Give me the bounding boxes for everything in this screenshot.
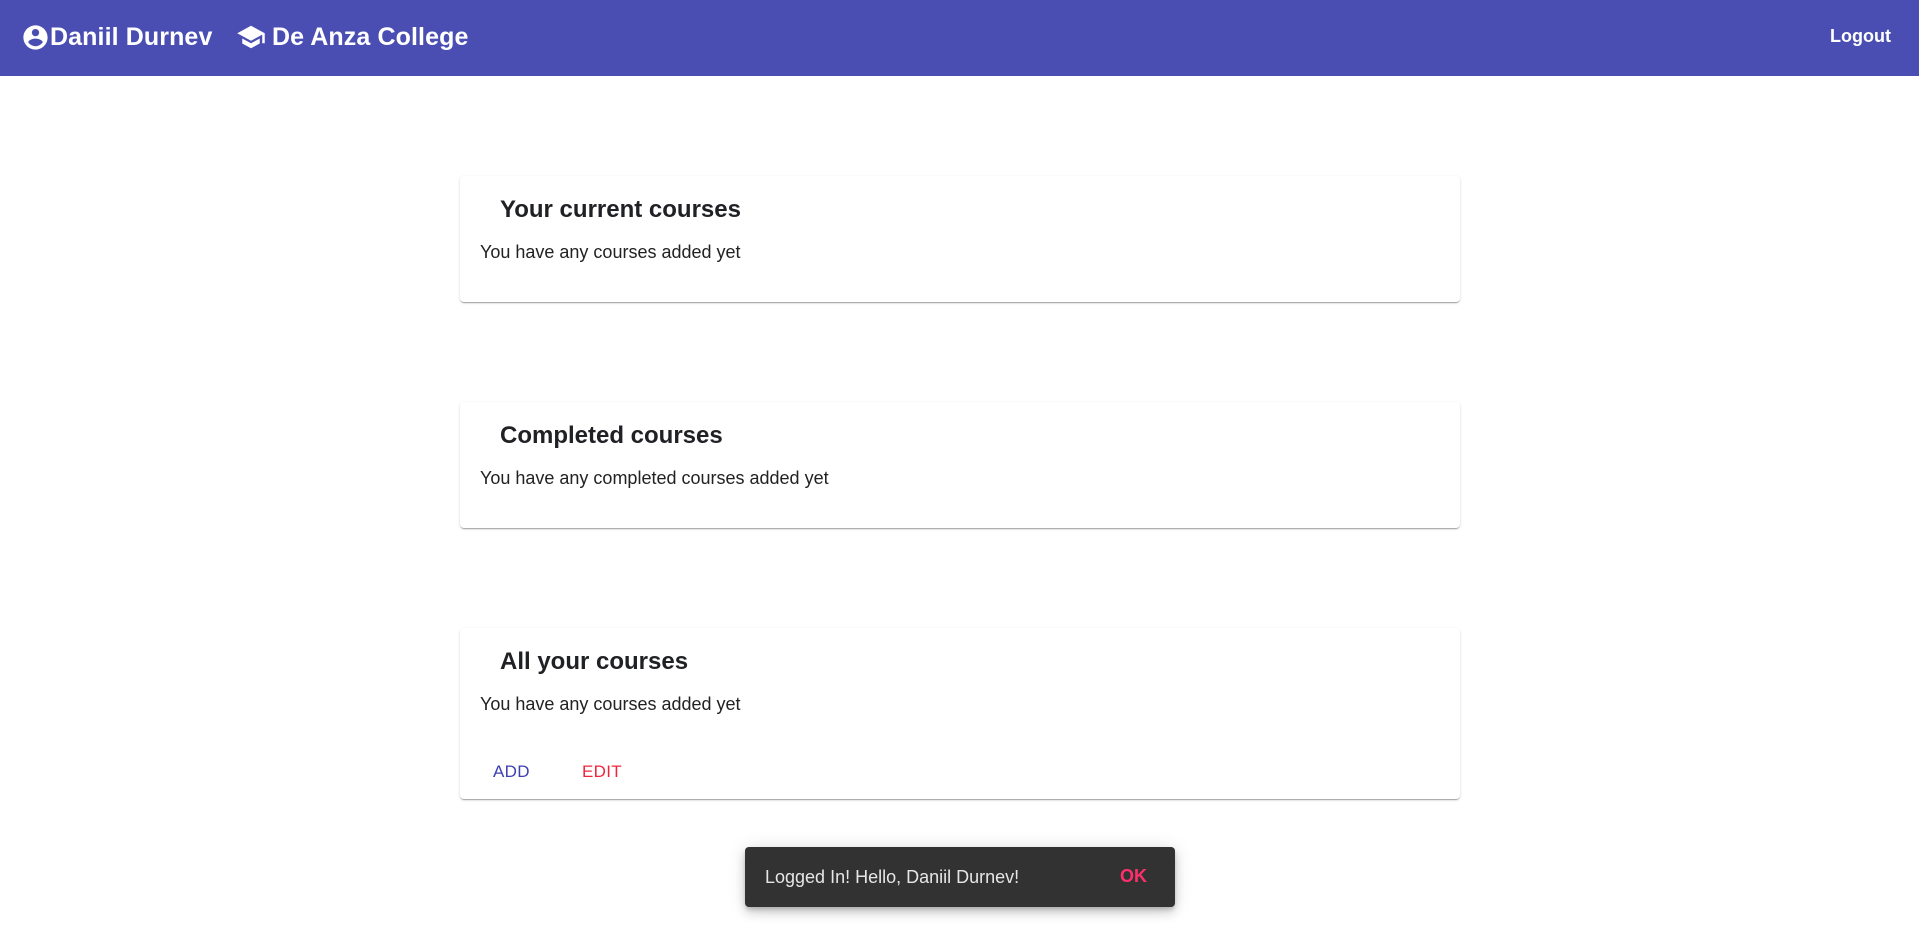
all-courses-message: You have any courses added yet xyxy=(480,694,741,714)
logout-button[interactable]: Logout xyxy=(1824,24,1897,49)
college-name: De Anza College xyxy=(272,22,469,51)
snackbar-message: Logged In! Hello, Daniil Durnev! xyxy=(765,867,1020,887)
snackbar-ok-button[interactable]: OK xyxy=(1114,865,1153,888)
current-courses-message: You have any courses added yet xyxy=(480,242,741,262)
current-courses-title: Your current courses xyxy=(500,196,741,223)
user-profile[interactable]: Daniil Durnev xyxy=(21,20,212,54)
college-info[interactable]: De Anza College xyxy=(236,20,468,54)
app-bar: Daniil Durnev De Anza College Logout xyxy=(0,0,1919,76)
all-courses-title: All your courses xyxy=(500,648,689,675)
completed-courses-message: You have any completed courses added yet xyxy=(480,468,829,488)
login-snackbar: Logged In! Hello, Daniil Durnev! OK xyxy=(745,847,1175,907)
completed-courses-title: Completed courses xyxy=(500,422,723,449)
current-courses-card: Your current courses You have any course… xyxy=(460,176,1460,302)
user-name: Daniil Durnev xyxy=(50,22,213,51)
graduation-cap-icon xyxy=(237,25,265,49)
add-course-button[interactable]: ADD xyxy=(481,756,542,788)
edit-course-button[interactable]: EDIT xyxy=(570,756,634,788)
account-circle-icon xyxy=(23,24,48,50)
completed-courses-card: Completed courses You have any completed… xyxy=(460,402,1460,528)
